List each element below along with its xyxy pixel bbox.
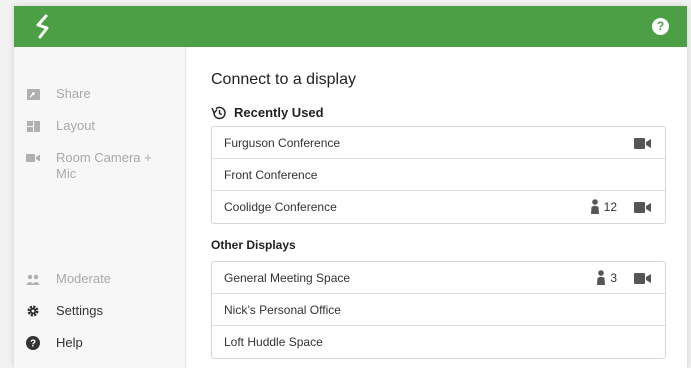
help-icon: ? <box>26 336 40 350</box>
page-title: Connect to a display <box>211 71 356 88</box>
sidebar-item-layout[interactable]: Layout <box>26 118 166 134</box>
participant-count: 12 <box>590 199 617 214</box>
camera-icon <box>634 138 651 149</box>
sidebar-item-room-camera[interactable]: Room Camera + Mic <box>26 150 166 182</box>
sidebar-item-label: Layout <box>56 118 96 133</box>
person-icon <box>590 199 599 214</box>
list-item[interactable]: Loft Huddle Space <box>212 326 665 358</box>
camera-icon <box>26 151 40 165</box>
list-item[interactable]: Front Conference <box>212 159 665 191</box>
users-icon <box>26 272 40 286</box>
sidebar-item-label: Room Camera + Mic <box>56 150 152 181</box>
layout-icon <box>26 119 40 133</box>
sidebar-item-label: Help <box>56 335 83 350</box>
list-item[interactable]: General Meeting Space 3 <box>212 262 665 294</box>
history-icon <box>211 106 226 119</box>
recently-used-label: Recently Used <box>234 105 324 120</box>
participant-count-value: 12 <box>603 199 617 214</box>
sidebar-item-label: Moderate <box>56 271 111 286</box>
list-item[interactable]: Furguson Conference <box>212 127 665 159</box>
other-displays-heading: Other Displays <box>211 238 296 252</box>
list-item[interactable]: Coolidge Conference 12 <box>212 191 665 223</box>
sidebar-item-help[interactable]: ? Help <box>26 335 166 351</box>
sidebar: Share Layout Room Camera + Mic Moderate … <box>14 47 186 368</box>
person-icon <box>597 270 606 285</box>
logo-icon <box>36 14 49 39</box>
recently-used-heading: Recently Used <box>211 105 324 120</box>
recent-display-list: Furguson Conference Front Conference Coo… <box>211 126 666 224</box>
gear-icon <box>26 304 40 318</box>
camera-icon <box>634 202 651 213</box>
sidebar-item-moderate[interactable]: Moderate <box>26 271 166 287</box>
display-name: Furguson Conference <box>224 135 341 150</box>
sidebar-item-label: Share <box>56 86 91 101</box>
sidebar-item-share[interactable]: Share <box>26 86 166 102</box>
other-display-list: General Meeting Space 3 Nick’s Personal … <box>211 261 666 359</box>
help-icon[interactable]: ? <box>652 18 669 35</box>
top-bar: ? <box>14 6 687 47</box>
main-panel: Connect to a display Recently Used Furgu… <box>186 47 687 368</box>
camera-icon <box>634 273 651 284</box>
app-window: ? Share Layout Room Camera + Mic Moderat… <box>14 6 687 368</box>
display-name: Loft Huddle Space <box>224 335 323 349</box>
display-name: Front Conference <box>224 167 318 182</box>
display-name: Nick’s Personal Office <box>224 302 341 317</box>
share-icon <box>26 87 40 101</box>
participant-count: 3 <box>596 270 617 285</box>
sidebar-item-settings[interactable]: Settings <box>26 303 166 319</box>
svg-text:?: ? <box>30 339 36 350</box>
participant-count-value: 3 <box>610 270 617 285</box>
sidebar-item-label: Settings <box>56 303 103 318</box>
list-item[interactable]: Nick’s Personal Office <box>212 294 665 326</box>
